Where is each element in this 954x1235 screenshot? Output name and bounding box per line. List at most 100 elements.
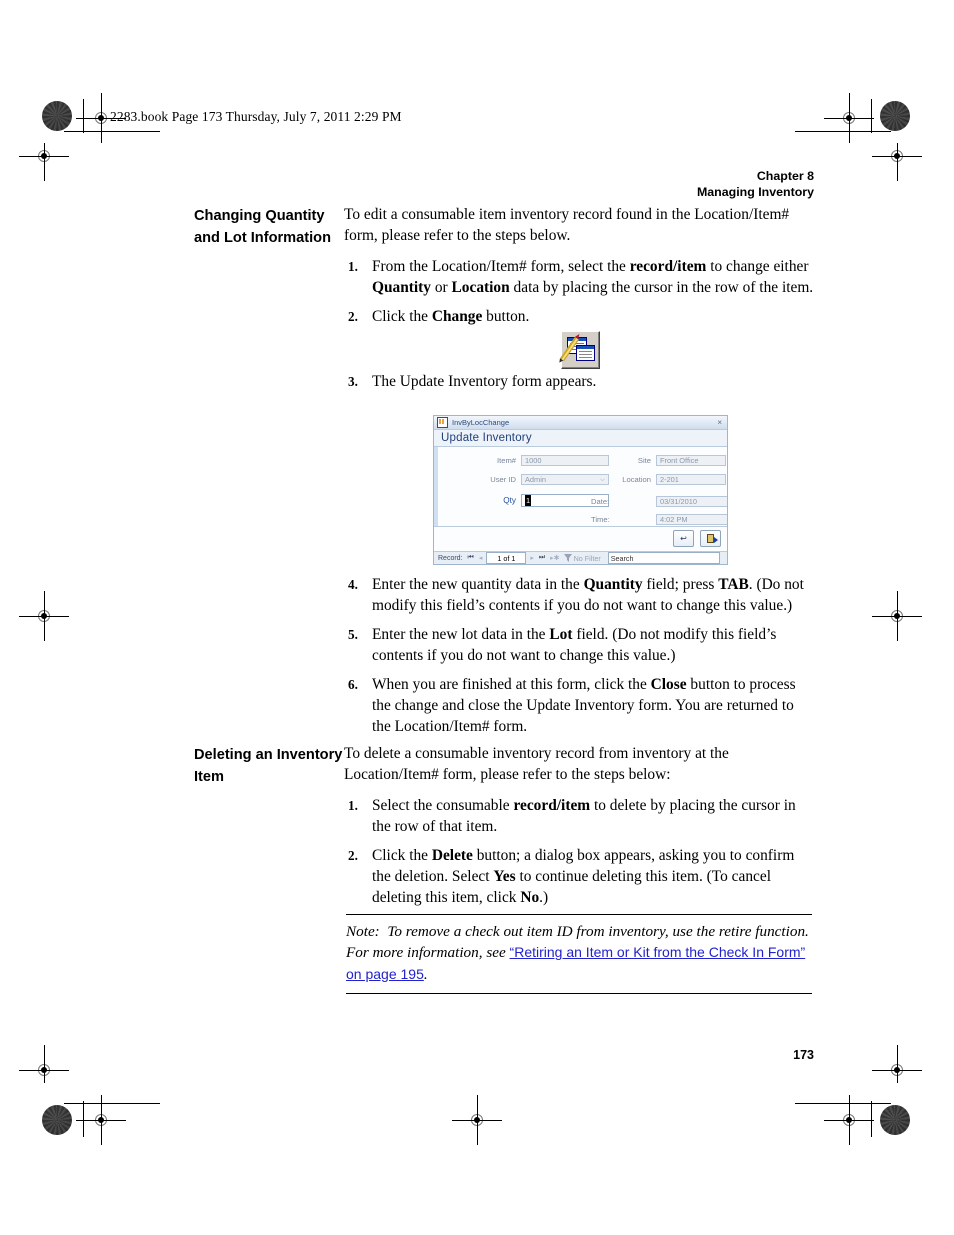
- search-input[interactable]: Search: [607, 552, 720, 564]
- step-emphasis: Delete: [431, 847, 473, 865]
- registration-mark-bottom-left: [76, 1095, 126, 1145]
- step-number: 5.: [348, 627, 358, 643]
- field-qty: Qty 1: [438, 494, 609, 507]
- field-time: Time: 4:02 PM: [591, 514, 727, 525]
- registration-mark-right-lower: [872, 1045, 922, 1083]
- step-text: Click the: [372, 847, 432, 865]
- step-emphasis: Yes: [493, 867, 516, 885]
- step-emphasis: TAB: [718, 576, 749, 593]
- step-number: 2.: [348, 848, 358, 864]
- field-location: Location 2-201: [591, 474, 726, 485]
- step-number: 3.: [348, 374, 358, 389]
- label-time: Time:: [591, 515, 610, 524]
- icon-window-front: [576, 345, 595, 361]
- label-site: Site: [637, 456, 651, 465]
- step-number: 6.: [348, 677, 358, 693]
- filter-control[interactable]: No Filter: [563, 553, 601, 563]
- value-location[interactable]: 2-201: [656, 474, 726, 485]
- label-item-number: Item#: [497, 456, 516, 465]
- steps-list-before-figure: 1. From the Location/Item# form, select t…: [344, 257, 816, 328]
- new-record-button[interactable]: ▸✱: [549, 554, 560, 562]
- last-record-button[interactable]: ⏭: [538, 554, 546, 562]
- step-item: 2. Click the Delete button; a dialog box …: [344, 846, 816, 908]
- field-date: Date: 03/31/2010: [591, 496, 727, 507]
- step-emphasis: No: [520, 888, 540, 906]
- form-footer: ↩: [434, 526, 727, 550]
- registration-mark-left-lower: [19, 1045, 69, 1083]
- close-icon[interactable]: ×: [717, 418, 724, 427]
- access-form-icon: [437, 417, 448, 428]
- section-body-changing-quantity: To edit a consumable item inventory reco…: [344, 205, 816, 337]
- first-record-button[interactable]: ⏮: [467, 554, 475, 562]
- field-site: Site Front Office: [591, 455, 726, 466]
- page-number: 173: [793, 1048, 814, 1062]
- registration-mark-right-upper: [872, 143, 922, 181]
- next-record-button[interactable]: ▸: [529, 554, 535, 562]
- slug-line: 2283.book Page 173 Thursday, July 7, 201…: [110, 109, 402, 124]
- form-header: Update Inventory: [434, 430, 727, 447]
- step-text: data by placing the cursor in the row of…: [509, 278, 814, 296]
- value-time[interactable]: 4:02 PM: [656, 514, 727, 525]
- spacer-col-2: [194, 575, 344, 746]
- step-emphasis: record/item: [513, 797, 591, 815]
- step-item: 5. Enter the new lot data in the Lot fiel…: [344, 625, 816, 666]
- section-heading-deleting-item: Deleting an Inventory Item: [194, 747, 343, 785]
- step-text: .): [539, 888, 549, 906]
- record-label: Record:: [438, 554, 463, 562]
- filter-label: No Filter: [573, 553, 601, 563]
- registration-mark-left-upper: [19, 143, 69, 181]
- note-block: Note: To remove a check out item ID from…: [346, 914, 812, 995]
- note-text-end: .: [423, 965, 428, 983]
- field-item-number: Item# 1000: [438, 455, 609, 466]
- trim-rule-top-left: [64, 131, 160, 132]
- running-head-chapter: Chapter 8: [756, 169, 814, 183]
- density-patch-top-left: [42, 101, 72, 131]
- step-text: or: [431, 278, 452, 296]
- step-emphasis: Close: [650, 676, 687, 694]
- step-text: Click the: [372, 308, 432, 326]
- step-text: to change either: [706, 258, 809, 276]
- record-navigation-bar: Record: ⏮ ◂ 1 of 1 ▸ ⏭ ▸✱ No Filter Sear…: [434, 551, 727, 564]
- section-figure-caption: 3. The Update Inventory form appears.: [194, 372, 814, 402]
- trim-rule-top-right: [795, 131, 891, 132]
- step-emphasis: Quantity: [372, 278, 432, 296]
- label-date: Date:: [591, 497, 610, 506]
- previous-record-button[interactable]: ◂: [478, 554, 484, 562]
- trim-rule-bottom-left: [64, 1103, 160, 1104]
- close-form-button[interactable]: [700, 530, 721, 547]
- trim-rule-left: [83, 99, 84, 133]
- step-text: The Update Inventory form appears.: [372, 373, 597, 390]
- field-user-id: User ID Admin ⌵: [438, 474, 609, 485]
- running-head: Chapter 8 Managing Inventory: [697, 168, 814, 200]
- step-item: 1. Select the consumable record/item to d…: [344, 796, 816, 837]
- step-item: 2. Click the Change button.: [344, 307, 816, 328]
- form-header-label: Update Inventory: [441, 432, 532, 444]
- registration-mark-bottom-right: [824, 1095, 874, 1145]
- step-emphasis: record/item: [629, 258, 707, 276]
- density-patch-bottom-left: [42, 1105, 72, 1135]
- steps-list-deleting: 1. Select the consumable record/item to d…: [344, 796, 816, 908]
- step-item: 3. The Update Inventory form appears.: [344, 372, 816, 393]
- running-head-title: Managing Inventory: [696, 185, 814, 199]
- value-site[interactable]: Front Office: [656, 455, 726, 466]
- note-label: Note:: [346, 923, 380, 940]
- section-deleting-inventory-item: Deleting an Inventory Item To delete a c…: [194, 744, 814, 917]
- step-emphasis: Lot: [549, 626, 573, 644]
- step-number: 4.: [348, 577, 358, 592]
- label-qty: Qty: [503, 496, 516, 505]
- value-date[interactable]: 03/31/2010: [656, 496, 727, 507]
- record-position[interactable]: 1 of 1: [486, 552, 527, 564]
- trim-rule-left-bottom: [83, 1101, 84, 1137]
- step-text: Enter the new quantity data in the: [372, 576, 584, 593]
- step-emphasis: Change: [431, 308, 483, 326]
- change-form-icon[interactable]: [559, 331, 600, 369]
- step-item: 4. Enter the new quantity data in the Qua…: [344, 575, 816, 616]
- trim-rule-bottom-right: [795, 1103, 891, 1104]
- form-window-title: InvByLocChange: [452, 418, 510, 427]
- intro-paragraph: To edit a consumable item inventory reco…: [344, 206, 790, 244]
- steps-list-after-figure: 4. Enter the new quantity data in the Qua…: [344, 575, 816, 737]
- step-text: When you are finished at this form, clic…: [372, 676, 651, 694]
- density-patch-bottom-right: [880, 1105, 910, 1135]
- undo-button[interactable]: ↩: [673, 530, 694, 547]
- section-body-deleting-item: To delete a consumable inventory record …: [344, 744, 816, 917]
